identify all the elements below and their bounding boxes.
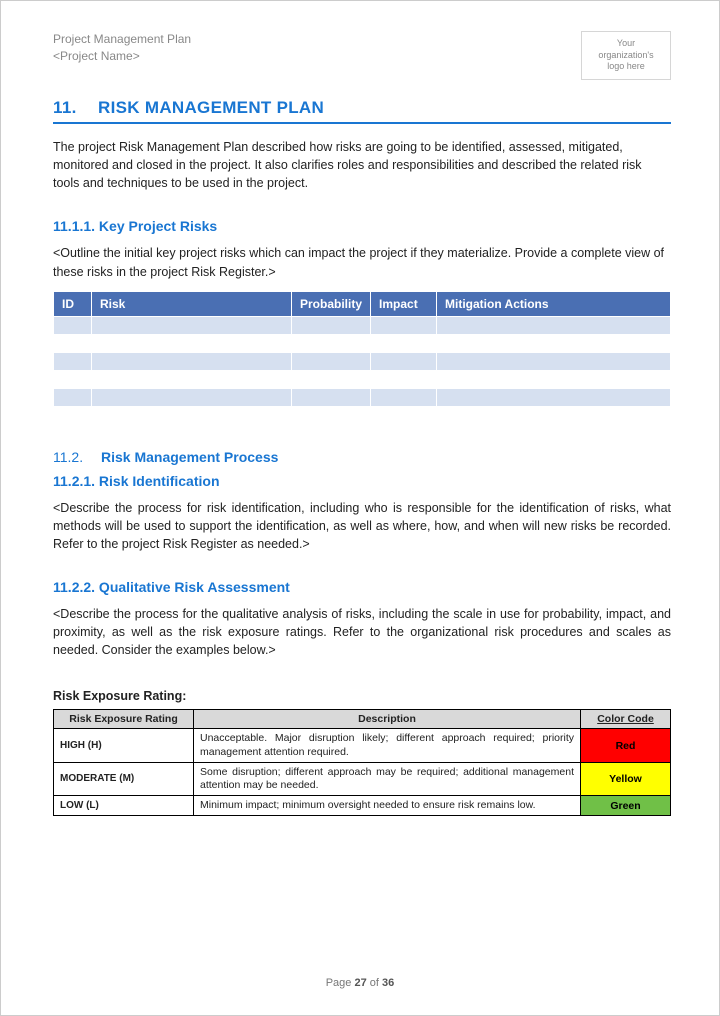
rating-col-description: Description: [194, 710, 581, 729]
doc-title: Project Management Plan: [53, 31, 191, 48]
subsection-11-2-number: 11.2.: [53, 449, 83, 465]
rating-label-high: HIGH (H): [54, 729, 194, 762]
rating-col-color: Color Code: [581, 710, 671, 729]
rating-desc-high: Unacceptable. Major disruption likely; d…: [194, 729, 581, 762]
section-intro: The project Risk Management Plan describ…: [53, 138, 671, 192]
section-number: 11.: [53, 98, 93, 118]
project-name: <Project Name>: [53, 48, 191, 65]
table-row: [54, 352, 671, 370]
subsection-11-2-2-heading: 11.2.2. Qualitative Risk Assessment: [53, 579, 671, 595]
table-row: [54, 334, 671, 352]
rating-label-moderate: MODERATE (M): [54, 762, 194, 795]
rating-code-moderate: Yellow: [581, 762, 671, 795]
rating-desc-low: Minimum impact; minimum oversight needed…: [194, 795, 581, 815]
col-probability: Probability: [292, 291, 371, 316]
section-title: RISK MANAGEMENT PLAN: [98, 98, 324, 117]
rating-row-moderate: MODERATE (M) Some disruption; different …: [54, 762, 671, 795]
footer-mid: of: [367, 977, 382, 989]
footer-total: 36: [382, 977, 394, 989]
col-mitigation: Mitigation Actions: [437, 291, 671, 316]
page-header: Project Management Plan <Project Name> Y…: [53, 31, 671, 80]
footer-page: 27: [354, 977, 366, 989]
rating-label-low: LOW (L): [54, 795, 194, 815]
logo-placeholder: Your organization's logo here: [581, 31, 671, 80]
rating-code-low: Green: [581, 795, 671, 815]
rating-title: Risk Exposure Rating:: [53, 689, 671, 703]
table-row: [54, 316, 671, 334]
col-id: ID: [54, 291, 92, 316]
rating-code-high: Red: [581, 729, 671, 762]
header-left: Project Management Plan <Project Name>: [53, 31, 191, 65]
footer-prefix: Page: [326, 977, 355, 989]
risk-table: ID Risk Probability Impact Mitigation Ac…: [53, 291, 671, 407]
subsection-11-1-1-note: <Outline the initial key project risks w…: [53, 244, 671, 280]
subsection-11-2-title: Risk Management Process: [101, 449, 278, 465]
col-impact: Impact: [371, 291, 437, 316]
rating-col-rating: Risk Exposure Rating: [54, 710, 194, 729]
table-row: [54, 370, 671, 388]
subsection-11-2-2-text: <Describe the process for the qualitativ…: [53, 605, 671, 659]
col-risk: Risk: [92, 291, 292, 316]
section-heading: 11. RISK MANAGEMENT PLAN: [53, 98, 671, 124]
rating-desc-moderate: Some disruption; different approach may …: [194, 762, 581, 795]
subsection-11-2-1-text: <Describe the process for risk identific…: [53, 499, 671, 553]
subsection-11-1-1-heading: 11.1.1. Key Project Risks: [53, 218, 671, 234]
table-row: [54, 388, 671, 406]
rating-table: Risk Exposure Rating Description Color C…: [53, 709, 671, 816]
subsection-11-2-heading: 11.2. Risk Management Process: [53, 449, 671, 465]
risk-table-header-row: ID Risk Probability Impact Mitigation Ac…: [54, 291, 671, 316]
page-footer: Page 27 of 36: [1, 977, 719, 989]
rating-header-row: Risk Exposure Rating Description Color C…: [54, 710, 671, 729]
subsection-11-2-1-heading: 11.2.1. Risk Identification: [53, 473, 671, 489]
rating-row-high: HIGH (H) Unacceptable. Major disruption …: [54, 729, 671, 762]
rating-row-low: LOW (L) Minimum impact; minimum oversigh…: [54, 795, 671, 815]
